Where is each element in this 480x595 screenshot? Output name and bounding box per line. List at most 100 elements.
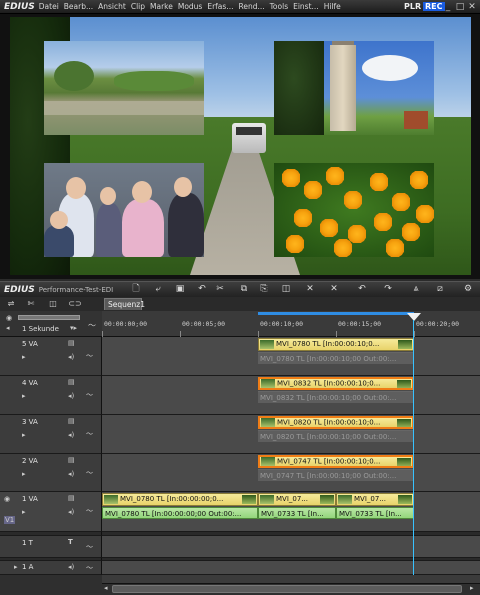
rec-mode-button[interactable]: REC — [423, 2, 445, 11]
sync-mode-icon[interactable]: ✄ — [24, 299, 38, 309]
track-header-4va[interactable]: 4 VA ▤ 〜 ▸ ◂) — [0, 376, 102, 415]
timeline-clip-selected[interactable]: MVI_0820 TL [In:00:00:10;0... — [258, 416, 414, 429]
plr-mode-button[interactable]: PLR — [404, 2, 421, 11]
scroll-left-icon[interactable]: ◂ — [104, 584, 108, 592]
timeline-audio-clip[interactable]: MVI_0820 TL [In:00:00:10;00 Out:00:... — [258, 430, 414, 442]
track-area-1t[interactable] — [102, 536, 480, 558]
menu-hilfe[interactable]: Hilfe — [324, 2, 341, 11]
close-button[interactable]: ✕ — [467, 2, 477, 12]
timeline-audio-clip[interactable]: MVI_0780 TL [In:00:00:00;00 Out:00:... — [102, 507, 258, 519]
track-header-5va[interactable]: 5 VA ▤ 〜 ▸ ◂) — [0, 337, 102, 376]
track-header-1a[interactable]: ▸ 1 A ◂) 〜 — [0, 561, 102, 575]
speaker-icon[interactable]: ◂) — [68, 392, 74, 400]
menu-rendern[interactable]: Rend... — [238, 2, 264, 11]
group-icon[interactable]: ◫ — [46, 299, 60, 309]
menu-bearbeiten[interactable]: Bearb... — [64, 2, 93, 11]
speaker-icon[interactable]: ◂) — [68, 563, 74, 571]
menu-datei[interactable]: Datei — [39, 2, 59, 11]
set-out-icon[interactable]: ↷ — [382, 284, 394, 294]
expand-icon[interactable]: ▸ — [14, 563, 18, 571]
ripple-delete-icon[interactable]: ✕ — [328, 284, 340, 294]
timeline-clip[interactable]: MVI_0780 TL [In:00:00:00;0... — [102, 493, 258, 506]
menu-erfassen[interactable]: Erfas... — [207, 2, 233, 11]
zoom-label[interactable]: 1 Sekunde — [22, 325, 59, 333]
track-area-1a[interactable] — [102, 561, 480, 575]
paste-icon[interactable]: ⎘ — [258, 284, 270, 294]
film-icon[interactable]: ▤ — [68, 378, 75, 386]
copy-icon[interactable]: ⧉ — [238, 284, 250, 294]
timeline-clip[interactable]: MVI_0780 TL [In:00:00:10;0... — [258, 338, 414, 351]
menu-ansicht[interactable]: Ansicht — [98, 2, 126, 11]
film-icon[interactable]: ▤ — [68, 339, 75, 347]
maximize-button[interactable]: □ — [455, 2, 465, 12]
ripple-mode-icon[interactable]: ⇌ — [4, 299, 18, 309]
minimize-button[interactable]: _ — [443, 2, 453, 12]
film-icon[interactable]: ▤ — [68, 456, 75, 464]
film-icon[interactable]: ▤ — [68, 494, 75, 502]
tab-sequenz1[interactable]: Sequenz1 — [104, 298, 145, 310]
track-area-4va[interactable]: MVI_0832 TL [In:00:00:10;0... MVI_0832 T… — [102, 376, 480, 415]
timeline-clip[interactable]: MVI_07... — [258, 493, 336, 506]
timeline-hscroll-thumb[interactable] — [112, 585, 462, 593]
title-icon[interactable]: T — [68, 538, 73, 546]
link-icon[interactable]: ⊂⊃ — [68, 299, 82, 309]
timeline-clip-selected[interactable]: MVI_0747 TL [In:00:00:10;0... — [258, 455, 414, 468]
timeline-clip[interactable]: MVI_07... — [336, 493, 414, 506]
speaker-icon[interactable]: ◂) — [68, 470, 74, 478]
wave-icon[interactable]: 〜 — [86, 429, 93, 439]
menu-clip[interactable]: Clip — [131, 2, 145, 11]
zoom-dropdown-icon[interactable]: ▾▸ — [70, 324, 77, 332]
timeline-audio-clip[interactable]: MVI_0832 TL [In:00:00:10;00 Out:00:... — [258, 391, 414, 403]
expand-icon[interactable]: ▸ — [22, 470, 26, 478]
wave-icon[interactable]: 〜 — [86, 542, 93, 552]
menu-einstellungen[interactable]: Einst... — [293, 2, 319, 11]
expand-icon[interactable]: ▸ — [22, 353, 26, 361]
new-sequence-icon[interactable]: 🗋 — [130, 284, 142, 294]
mixer-icon[interactable]: ⧄ — [434, 284, 446, 294]
timeline-audio-clip[interactable]: MVI_0780 TL [In:00:00:10;00 Out:00:... — [258, 352, 414, 364]
speaker-icon[interactable]: ◂) — [68, 508, 74, 516]
save-project-icon[interactable]: ▣ — [174, 284, 186, 294]
cut-icon[interactable]: ✂ — [214, 284, 226, 294]
track-header-1t[interactable]: 1 T T 〜 — [0, 536, 102, 558]
lock-icon[interactable]: ◉ — [4, 495, 10, 503]
delete-icon[interactable]: ✕ — [304, 284, 316, 294]
expand-icon[interactable]: ▸ — [22, 392, 26, 400]
timeline-audio-clip[interactable]: MVI_0733 TL [In... — [258, 507, 336, 519]
wave-icon[interactable]: 〜 — [86, 468, 93, 478]
track-header-1va[interactable]: ◉ V1 1 VA ▤ 〜 ▸ ◂) — [0, 492, 102, 532]
zoom-slider[interactable] — [18, 315, 80, 320]
menu-modus[interactable]: Modus — [178, 2, 202, 11]
film-icon[interactable]: ▤ — [68, 417, 75, 425]
timeline-audio-clip[interactable]: MVI_0747 TL [In:00:00:10;00 Out:00:... — [258, 469, 414, 481]
speaker-icon[interactable]: ◂) — [68, 431, 74, 439]
expand-icon[interactable]: ▸ — [22, 508, 26, 516]
playhead-handle[interactable] — [407, 313, 421, 321]
track-area-2va[interactable]: MVI_0747 TL [In:00:00:10;0... MVI_0747 T… — [102, 454, 480, 492]
wave-icon[interactable]: 〜 — [86, 351, 93, 361]
menu-tools[interactable]: Tools — [270, 2, 288, 11]
track-header-3va[interactable]: 3 VA ▤ 〜 ▸ ◂) — [0, 415, 102, 454]
scroll-right-icon[interactable]: ▸ — [470, 584, 474, 592]
menu-marke[interactable]: Marke — [150, 2, 173, 11]
wave-icon[interactable]: 〜 — [86, 563, 93, 573]
open-project-icon[interactable]: ⤶ — [152, 284, 164, 294]
playhead-line[interactable] — [413, 320, 414, 575]
track-area-1va[interactable]: MVI_0780 TL [In:00:00:00;0... MVI_07... … — [102, 492, 480, 532]
player-monitor-preview[interactable] — [10, 17, 471, 275]
clip-mode-icon[interactable]: ◫ — [280, 284, 292, 294]
track-header-2va[interactable]: 2 VA ▤ 〜 ▸ ◂) — [0, 454, 102, 492]
undo-icon[interactable]: ↶ — [196, 284, 208, 294]
lock-icon[interactable]: ◉ — [6, 314, 12, 322]
expand-icon[interactable]: ▸ — [22, 431, 26, 439]
wave-icon[interactable]: 〜 — [86, 506, 93, 516]
source-channel-icon[interactable]: V1 — [4, 516, 16, 524]
wave-icon[interactable]: 〜 — [86, 390, 93, 400]
speaker-icon[interactable]: ◂) — [68, 353, 74, 361]
track-area-5va[interactable]: MVI_0780 TL [In:00:00:10;0... MVI_0780 T… — [102, 337, 480, 376]
set-in-icon[interactable]: ↶ — [356, 284, 368, 294]
marker-icon[interactable]: ⩓ — [410, 284, 422, 294]
settings-icon[interactable]: ⚙ — [462, 284, 474, 294]
timeline-clip-selected[interactable]: MVI_0832 TL [In:00:00:10;0... — [258, 377, 414, 390]
timeline-audio-clip[interactable]: MVI_0733 TL [In... — [336, 507, 414, 519]
